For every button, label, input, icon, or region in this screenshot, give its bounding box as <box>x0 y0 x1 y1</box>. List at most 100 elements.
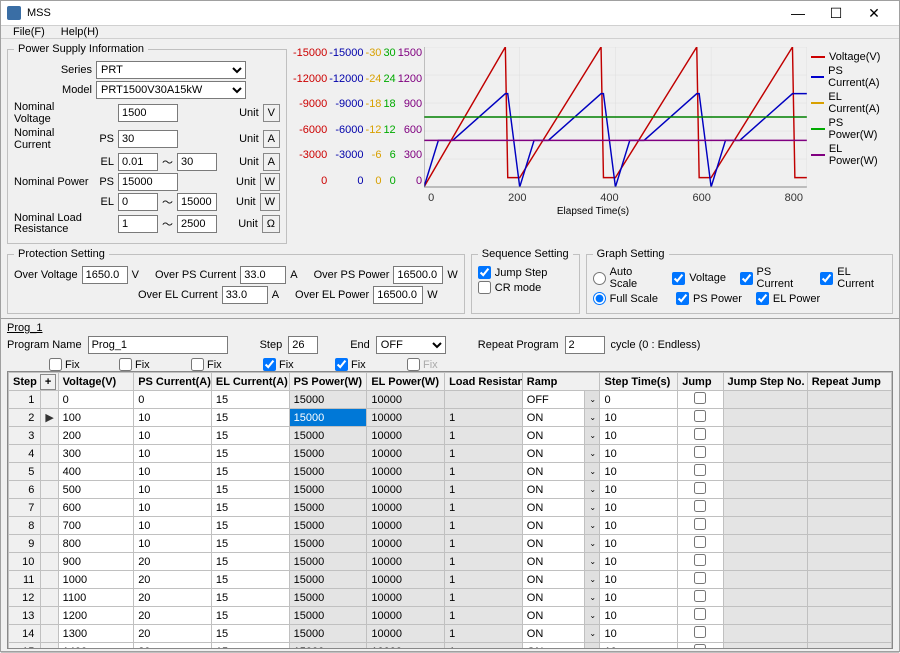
jump-cell[interactable] <box>678 391 723 409</box>
jump-step-no-cell[interactable] <box>723 445 807 463</box>
ramp-dropdown-icon[interactable]: ⌄ <box>585 535 600 553</box>
step-time-cell[interactable]: 10 <box>600 445 678 463</box>
ramp-cell[interactable]: ON <box>522 535 585 553</box>
ps-current-cell[interactable]: 20 <box>134 571 212 589</box>
step-time-cell[interactable]: 10 <box>600 571 678 589</box>
ramp-dropdown-icon[interactable]: ⌄ <box>585 553 600 571</box>
repeat-jump-cell[interactable] <box>807 409 891 427</box>
el-current-cell[interactable]: 15 <box>211 553 289 571</box>
end-select[interactable]: OFF <box>376 336 446 354</box>
ps-current-cell[interactable]: 20 <box>134 553 212 571</box>
minimize-button[interactable]: — <box>779 1 817 25</box>
el-current-cell[interactable]: 15 <box>211 499 289 517</box>
fix-check-4[interactable] <box>335 358 348 371</box>
el-current-cell[interactable]: 15 <box>211 463 289 481</box>
el-current-cell[interactable]: 15 <box>211 517 289 535</box>
step-time-cell[interactable]: 10 <box>600 625 678 643</box>
repeat-jump-cell[interactable] <box>807 589 891 607</box>
el-current-cell[interactable]: 15 <box>211 589 289 607</box>
repeat-jump-cell[interactable] <box>807 571 891 589</box>
jump-step-no-cell[interactable] <box>723 589 807 607</box>
ramp-dropdown-icon[interactable]: ⌄ <box>585 409 600 427</box>
jump-cell[interactable] <box>678 643 723 650</box>
el-power-cell[interactable]: 10000 <box>367 445 445 463</box>
program-table-wrap[interactable]: Step +Voltage(V)PS Current(A)EL Current(… <box>7 371 893 649</box>
el-power-check[interactable] <box>756 292 769 305</box>
close-button[interactable]: ✕ <box>855 1 893 25</box>
ps-current-input[interactable] <box>118 130 178 148</box>
load-res-cell[interactable]: 1 <box>445 643 523 650</box>
voltage-cell[interactable]: 100 <box>58 409 134 427</box>
ps-power-cell[interactable]: 15000 <box>289 625 367 643</box>
step-time-cell[interactable]: 10 <box>600 607 678 625</box>
ramp-dropdown-icon[interactable]: ⌄ <box>585 571 600 589</box>
repeat-jump-cell[interactable] <box>807 499 891 517</box>
ps-power-cell[interactable]: 15000 <box>289 427 367 445</box>
ps-power-cell[interactable]: 15000 <box>289 499 367 517</box>
load-res-cell[interactable]: 1 <box>445 571 523 589</box>
fix-check-2[interactable] <box>191 358 204 371</box>
ps-current-cell[interactable]: 10 <box>134 409 212 427</box>
ramp-dropdown-icon[interactable]: ⌄ <box>585 481 600 499</box>
model-select[interactable]: PRT1500V30A15kW <box>96 81 246 99</box>
ramp-dropdown-icon[interactable]: ⌄ <box>585 607 600 625</box>
voltage-cell[interactable]: 1300 <box>58 625 134 643</box>
fix-check-1[interactable] <box>119 358 132 371</box>
repeat-jump-cell[interactable] <box>807 517 891 535</box>
voltage-cell[interactable]: 1400 <box>58 643 134 650</box>
ramp-cell[interactable]: ON <box>522 571 585 589</box>
over-ps-power-input[interactable] <box>393 266 443 284</box>
el-current-lo-input[interactable] <box>118 153 158 171</box>
step-time-cell[interactable]: 10 <box>600 463 678 481</box>
jump-cell[interactable] <box>678 427 723 445</box>
ramp-dropdown-icon[interactable]: ⌄ <box>585 517 600 535</box>
ramp-dropdown-icon[interactable]: ⌄ <box>585 499 600 517</box>
ramp-cell[interactable]: ON <box>522 517 585 535</box>
repeat-jump-cell[interactable] <box>807 463 891 481</box>
el-power-lo-input[interactable] <box>118 193 158 211</box>
ps-power-cell[interactable]: 15000 <box>289 553 367 571</box>
step-time-cell[interactable]: 10 <box>600 409 678 427</box>
jump-step-no-cell[interactable] <box>723 391 807 409</box>
voltage-cell[interactable]: 800 <box>58 535 134 553</box>
ps-current-cell[interactable]: 10 <box>134 499 212 517</box>
ps-current-cell[interactable]: 10 <box>134 445 212 463</box>
load-res-cell[interactable]: 1 <box>445 517 523 535</box>
ps-current-cell[interactable]: 10 <box>134 481 212 499</box>
ramp-cell[interactable]: ON <box>522 445 585 463</box>
fix-check-5[interactable] <box>407 358 420 371</box>
ps-power-cell[interactable]: 15000 <box>289 409 367 427</box>
ps-power-cell[interactable]: 15000 <box>289 607 367 625</box>
repeat-input[interactable] <box>565 336 605 354</box>
ps-power-cell[interactable]: 15000 <box>289 463 367 481</box>
jump-cell[interactable] <box>678 625 723 643</box>
ramp-cell[interactable]: ON <box>522 427 585 445</box>
ramp-cell[interactable]: OFF <box>522 391 585 409</box>
ps-current-cell[interactable]: 10 <box>134 535 212 553</box>
load-res-cell[interactable]: 1 <box>445 625 523 643</box>
auto-scale-radio[interactable] <box>593 272 606 285</box>
step-time-cell[interactable]: 10 <box>600 589 678 607</box>
ps-current-cell[interactable]: 20 <box>134 589 212 607</box>
ramp-dropdown-icon[interactable]: ⌄ <box>585 643 600 650</box>
jump-step-no-cell[interactable] <box>723 517 807 535</box>
repeat-jump-cell[interactable] <box>807 391 891 409</box>
ramp-cell[interactable]: ON <box>522 625 585 643</box>
jump-step-no-cell[interactable] <box>723 427 807 445</box>
menu-help[interactable]: Help(H) <box>53 26 107 38</box>
full-scale-radio[interactable] <box>593 292 606 305</box>
el-current-cell[interactable]: 15 <box>211 391 289 409</box>
load-res-cell[interactable] <box>445 391 523 409</box>
ramp-cell[interactable]: ON <box>522 553 585 571</box>
el-current-cell[interactable]: 15 <box>211 607 289 625</box>
jump-step-no-cell[interactable] <box>723 463 807 481</box>
ps-power-cell[interactable]: 15000 <box>289 643 367 650</box>
load-res-cell[interactable]: 1 <box>445 589 523 607</box>
jump-cell[interactable] <box>678 445 723 463</box>
ps-current-cell[interactable]: 20 <box>134 607 212 625</box>
step-count-input[interactable] <box>288 336 318 354</box>
ramp-dropdown-icon[interactable]: ⌄ <box>585 589 600 607</box>
step-time-cell[interactable]: 10 <box>600 517 678 535</box>
over-el-current-input[interactable] <box>222 286 268 304</box>
el-current-cell[interactable]: 15 <box>211 535 289 553</box>
